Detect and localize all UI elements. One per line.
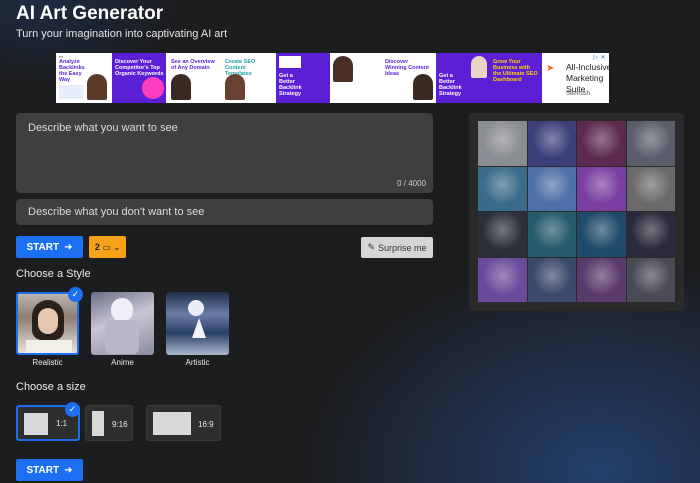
landscape-shape-icon [153, 412, 191, 435]
style-option-artistic[interactable] [166, 292, 229, 355]
ad-source: Semrush [566, 91, 591, 97]
gallery-image [527, 212, 576, 257]
style-preview-moon [188, 300, 204, 316]
checkmark-icon: ✓ [65, 402, 80, 417]
ad-person-image [333, 56, 353, 82]
semrush-logo-icon: ➤ [546, 63, 555, 74]
arrow-right-icon: ➜ [64, 241, 73, 253]
style-label-artistic: Artistic [185, 358, 210, 367]
gallery-image [478, 257, 527, 302]
page-subtitle: Turn your imagination into captivating A… [16, 28, 228, 40]
style-preview-body [105, 320, 139, 354]
ad-card[interactable]: Discover Winning Content Ideas [382, 53, 436, 103]
surprise-label: Surprise me [378, 242, 427, 253]
gallery-image [577, 257, 626, 302]
image-count-value: 2 [94, 242, 100, 252]
square-shape-icon [24, 413, 48, 435]
ad-card-headline: See an Overview of Any Domain [171, 59, 215, 71]
images-icon: ▭ [102, 242, 111, 252]
ad-card[interactable]: Get a Better Backlink Strategy [436, 53, 490, 103]
checkmark-icon: ✓ [68, 287, 83, 302]
gallery-image [527, 121, 576, 166]
ad-card[interactable]: ▪▪▪ Analyze Backlinks the Easy Way [56, 53, 110, 103]
ad-person-image [171, 74, 191, 100]
gallery-image [577, 166, 626, 211]
negative-prompt-input[interactable]: Describe what you don't want to see [16, 199, 433, 225]
ad-card[interactable]: Create SEO Content Templates [222, 53, 276, 103]
portrait-shape-icon [92, 411, 104, 436]
style-option-anime[interactable] [91, 292, 154, 355]
ad-info-icon[interactable]: ▷ [593, 54, 598, 61]
start-label: START [26, 241, 60, 253]
style-preview-face [38, 308, 58, 334]
style-option-realistic[interactable] [16, 292, 79, 355]
gallery-image [626, 212, 675, 257]
style-preview-shirt [26, 340, 72, 353]
ad-card-headline: Get a Better Backlink Strategy [279, 73, 302, 97]
negative-prompt-placeholder: Describe what you don't want to see [28, 206, 205, 218]
style-heading: Choose a Style [16, 268, 91, 280]
arrow-right-icon: ➜ [64, 464, 73, 476]
prompt-placeholder: Describe what you want to see [28, 122, 178, 134]
character-counter: 0 / 4000 [397, 179, 426, 188]
example-gallery [478, 121, 675, 302]
ad-banner[interactable]: ▪▪▪ Analyze Backlinks the Easy Way Disco… [56, 53, 609, 103]
size-option-16-9[interactable]: 16:9 [146, 405, 221, 441]
style-label-realistic: Realistic [32, 358, 63, 367]
ad-graphic [279, 56, 301, 68]
gallery-image [626, 257, 675, 302]
gallery-image [527, 166, 576, 211]
gallery-image [626, 121, 675, 166]
surprise-me-button[interactable]: ✎ Surprise me [361, 237, 433, 258]
ad-person-image [87, 74, 107, 100]
ad-card[interactable]: Grow Your Business with the Ultimate SEO… [490, 53, 542, 103]
gallery-image [527, 257, 576, 302]
style-label-anime: Anime [111, 358, 134, 367]
ad-card[interactable]: Get a Better Backlink Strategy [276, 53, 330, 103]
ad-card-headline: Grow Your Business with the Ultimate SEO… [493, 59, 538, 83]
gallery-image [577, 121, 626, 166]
ad-person-image [413, 74, 433, 100]
size-label-16-9: 16:9 [198, 420, 214, 429]
ad-person-image [471, 56, 487, 78]
gallery-image [577, 212, 626, 257]
size-label-1-1: 1:1 [56, 419, 68, 428]
start-button[interactable]: START ➜ [16, 236, 83, 258]
ad-card-headline: Get a Better Backlink Strategy [439, 73, 462, 97]
ad-chart-image [59, 85, 83, 99]
gallery-image [478, 121, 527, 166]
start-label: START [26, 464, 60, 476]
ad-close-icon[interactable]: ✕ [599, 54, 607, 62]
gallery-image [478, 212, 527, 257]
ad-card[interactable]: Discover Your Competitor's Top Organic K… [112, 53, 166, 103]
page-title: AI Art Generator [16, 3, 164, 24]
start-button-bottom[interactable]: START ➜ [16, 459, 83, 481]
ad-card-headline: Discover Your Competitor's Top Organic K… [115, 59, 164, 77]
gallery-image [626, 166, 675, 211]
prompt-textarea[interactable]: Describe what you want to see 0 / 4000 [16, 113, 433, 193]
style-preview-image [111, 298, 133, 322]
size-option-9-16[interactable]: 9:16 [85, 405, 133, 441]
image-count-dropdown[interactable]: 2 ▭ ⌄ [89, 236, 126, 258]
gallery-image [478, 166, 527, 211]
chevron-down-icon: ⌄ [113, 242, 121, 252]
sailboat-icon [192, 318, 206, 338]
ad-card[interactable]: See an Overview of Any Domain [168, 53, 222, 103]
size-heading: Choose a size [16, 381, 86, 393]
ad-person-image [225, 74, 245, 100]
size-label-9-16: 9:16 [112, 420, 128, 429]
magic-wand-icon: ✎ [367, 242, 376, 252]
ad-graphic [142, 77, 164, 99]
ad-card-headline: Analyze Backlinks the Easy Way [59, 59, 85, 83]
ad-card[interactable] [330, 53, 382, 103]
